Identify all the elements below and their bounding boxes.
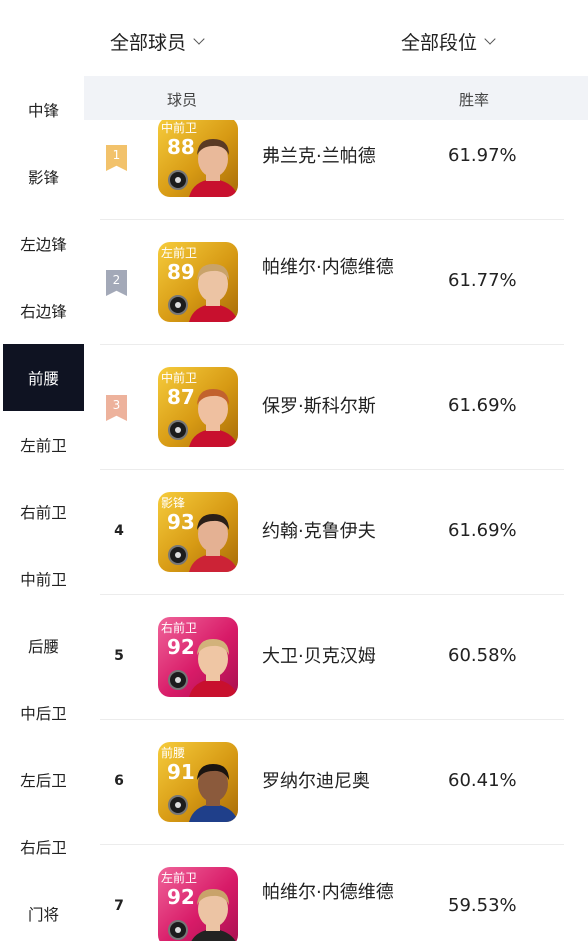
sidebar-item[interactable]: 中后卫 xyxy=(3,679,84,746)
player-badge-icon xyxy=(168,795,188,815)
player-card[interactable]: 中前卫 88 xyxy=(158,120,238,197)
win-rate: 59.53% xyxy=(448,895,517,916)
card-rating: 88 xyxy=(167,135,195,159)
player-card[interactable]: 左前卫 89 xyxy=(158,242,238,322)
card-rating: 87 xyxy=(167,385,195,409)
card-rating: 92 xyxy=(167,885,195,909)
player-card[interactable]: 左前卫 92 xyxy=(158,867,238,941)
table-row[interactable]: 2 左前卫 89 帕维尔·内德维德 61.77% xyxy=(84,220,588,345)
player-name: 帕维尔·内德维德 xyxy=(262,257,394,278)
sidebar-item[interactable]: 左前卫 xyxy=(3,411,84,478)
sidebar-item[interactable]: 后腰 xyxy=(3,612,84,679)
table-row[interactable]: 6 前腰 91 罗纳尔迪尼奥 60.41% xyxy=(84,720,588,845)
player-filter-label: 全部球员 xyxy=(110,32,187,54)
player-name: 弗兰克·兰帕德 xyxy=(262,146,376,167)
rank-number: 5 xyxy=(114,648,124,664)
sidebar-item[interactable]: 门将 xyxy=(3,880,84,941)
card-position-label: 中前卫 xyxy=(161,121,198,135)
player-name: 保罗·斯科尔斯 xyxy=(262,396,376,417)
rank-filter-label: 全部段位 xyxy=(401,32,478,54)
player-name: 约翰·克鲁伊夫 xyxy=(262,521,376,542)
chevron-down-icon xyxy=(193,32,205,45)
table-row[interactable]: 5 右前卫 92 大卫·贝克汉姆 60.58% xyxy=(84,595,588,720)
card-rating: 93 xyxy=(167,510,195,534)
player-card[interactable]: 影锋 93 xyxy=(158,492,238,572)
player-card[interactable]: 右前卫 92 xyxy=(158,617,238,697)
card-position-label: 左前卫 xyxy=(161,246,198,260)
sidebar-item[interactable]: 前腰 xyxy=(3,344,84,411)
card-rating: 91 xyxy=(167,760,195,784)
win-rate: 60.41% xyxy=(448,770,517,791)
player-filter-dropdown[interactable]: 全部球员 xyxy=(110,28,205,55)
filter-bar: 全部球员 全部段位 xyxy=(0,0,588,76)
rank-medal-icon: 2 xyxy=(106,270,127,296)
sidebar-item[interactable]: 右前卫 xyxy=(3,478,84,545)
table-row[interactable]: 4 影锋 93 约翰·克鲁伊夫 61.69% xyxy=(84,470,588,595)
player-badge-icon xyxy=(168,920,188,940)
win-rate: 61.97% xyxy=(448,145,517,166)
rank-filter-dropdown[interactable]: 全部段位 xyxy=(401,28,496,55)
rank-number: 6 xyxy=(114,773,124,789)
table-row[interactable]: 7 左前卫 92 帕维尔·内德维德 59.53% xyxy=(84,845,588,941)
player-name: 帕维尔·内德维德 xyxy=(262,882,394,903)
win-rate: 61.69% xyxy=(448,395,517,416)
win-rate: 60.58% xyxy=(448,645,517,666)
table-header: 球员 胜率 xyxy=(84,76,588,120)
sidebar-item[interactable]: 左边锋 xyxy=(3,210,84,277)
sidebar-item[interactable]: 中前卫 xyxy=(3,545,84,612)
rank-number: 7 xyxy=(114,898,124,914)
card-position-label: 前腰 xyxy=(161,746,186,760)
chevron-down-icon xyxy=(484,32,496,45)
player-badge-icon xyxy=(168,295,188,315)
rank-number: 4 xyxy=(114,523,124,539)
card-position-label: 影锋 xyxy=(161,496,186,510)
player-badge-icon xyxy=(168,170,188,190)
sidebar-item[interactable]: 右后卫 xyxy=(3,813,84,880)
rank-medal-icon: 3 xyxy=(106,395,127,421)
player-ranking-list: 1 中前卫 88 弗兰克·兰帕德 61.97% 2 左前卫 89 帕维尔·内德维德 61.77% 3… xyxy=(84,120,588,941)
player-card[interactable]: 前腰 91 xyxy=(158,742,238,822)
card-position-label: 中前卫 xyxy=(161,371,198,385)
winrate-column-header: 胜率 xyxy=(459,91,490,109)
player-name: 大卫·贝克汉姆 xyxy=(262,646,376,667)
sidebar-item[interactable]: 影锋 xyxy=(3,143,84,210)
table-row[interactable]: 3 中前卫 87 保罗·斯科尔斯 61.69% xyxy=(84,345,588,470)
card-position-label: 右前卫 xyxy=(161,621,198,635)
sidebar-item[interactable]: 右边锋 xyxy=(3,277,84,344)
player-card[interactable]: 中前卫 87 xyxy=(158,367,238,447)
player-badge-icon xyxy=(168,420,188,440)
card-position-label: 左前卫 xyxy=(161,871,198,885)
card-rating: 89 xyxy=(167,260,195,284)
card-rating: 92 xyxy=(167,635,195,659)
player-badge-icon xyxy=(168,545,188,565)
win-rate: 61.77% xyxy=(448,270,517,291)
rank-medal-icon: 1 xyxy=(106,145,127,171)
player-column-header: 球员 xyxy=(167,91,198,109)
sidebar-item[interactable]: 左后卫 xyxy=(3,746,84,813)
sidebar-item[interactable]: 中锋 xyxy=(3,76,84,143)
table-row[interactable]: 1 中前卫 88 弗兰克·兰帕德 61.97% xyxy=(84,120,588,220)
player-name: 罗纳尔迪尼奥 xyxy=(262,771,370,792)
player-badge-icon xyxy=(168,670,188,690)
position-sidebar: 中锋 影锋 左边锋 右边锋 前腰 左前卫 右前卫 中前卫 后腰 中后卫 左后卫 右后卫 门将 xyxy=(0,76,84,941)
win-rate: 61.69% xyxy=(448,520,517,541)
